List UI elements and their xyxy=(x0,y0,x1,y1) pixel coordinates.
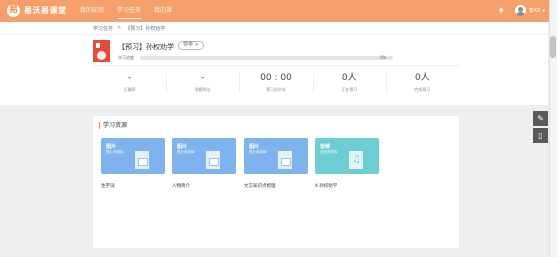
image-file-icon xyxy=(135,151,149,169)
resource-item[interactable]: 音频 音频资源库 ♫ 4.孙权劝学 xyxy=(315,138,379,189)
resource-item[interactable]: 图片 图片资源库 生字词 xyxy=(101,138,165,189)
user-name[interactable]: 李XX xyxy=(529,7,541,14)
resource-name[interactable]: 文言知识点梳理 xyxy=(244,183,308,189)
stat-label: 预习总时长 xyxy=(266,87,286,92)
resource-card[interactable]: 图片 图片资源库 xyxy=(244,138,308,174)
edit-icon[interactable]: ✎ xyxy=(533,111,548,126)
trash-icon[interactable]: ▯ xyxy=(533,128,548,143)
course-title: 【预习】孙权劝学 xyxy=(118,43,174,51)
section-title: 学习资源 xyxy=(99,122,127,129)
stat-label: 正在预习 xyxy=(341,87,358,92)
audio-file-icon: ♫ xyxy=(349,151,363,169)
resource-card[interactable]: 图片 图片资源库 xyxy=(172,138,236,174)
scrollbar-thumb[interactable] xyxy=(550,36,556,58)
resource-name[interactable]: 4.孙权劝学 xyxy=(315,183,379,189)
stat-answer-time: - 答题时长 xyxy=(166,66,239,101)
resource-subtitle: 图片资源库 xyxy=(106,150,124,154)
stat-value: 0人 xyxy=(341,73,357,83)
progress-label: 学习进度 xyxy=(118,55,134,60)
course-thumbnail xyxy=(93,40,110,62)
stat-label: 完成预习 xyxy=(414,87,431,92)
task-summary-panel: 学习任务 > 【预习】孙权劝学 【预习】孙权劝学 导学 > 学习进度 0% - … xyxy=(0,22,548,105)
breadcrumb: 学习任务 > 【预习】孙权劝学 xyxy=(93,25,165,32)
logo[interactable]: 易 易沃易课堂 xyxy=(7,4,67,17)
resource-card[interactable]: 音频 音频资源库 ♫ xyxy=(315,138,379,174)
guide-button[interactable]: 导学 > xyxy=(178,41,204,50)
stat-label: 正确率 xyxy=(123,87,136,92)
stat-total-time: 00 : 00 预习总时长 xyxy=(239,66,312,101)
resource-card[interactable]: 图片 图片资源库 xyxy=(101,138,165,174)
stat-in-progress: 0人 正在预习 xyxy=(312,66,386,101)
main-nav: 我的知识 学习任务 我的课 xyxy=(80,0,185,22)
resource-name[interactable]: 人物简介 xyxy=(172,183,236,189)
divider xyxy=(0,34,548,35)
resource-name[interactable]: 生字词 xyxy=(101,183,165,189)
stat-value: 00 : 00 xyxy=(260,73,292,83)
resource-item[interactable]: 图片 图片资源库 文言知识点梳理 xyxy=(244,138,308,189)
breadcrumb-item-current: 【预习】孙权劝学 xyxy=(125,26,166,32)
image-file-icon xyxy=(206,151,220,169)
resources-panel: 学习资源 图片 图片资源库 生字词 图片 图片资源库 人物简介 图片 图片资源库… xyxy=(93,116,459,248)
thumbnail-circle xyxy=(97,51,106,60)
logo-icon: 易 xyxy=(7,4,20,17)
nav-item-my-classes[interactable]: 我的课 xyxy=(154,0,172,22)
resource-type: 音频 xyxy=(320,144,331,150)
nav-item-learning-tasks[interactable]: 学习任务 xyxy=(117,0,142,22)
bell-icon[interactable]: ♦ xyxy=(498,6,507,16)
image-file-icon xyxy=(278,151,292,169)
stat-value: - xyxy=(127,73,132,83)
resource-subtitle: 图片资源库 xyxy=(177,150,195,154)
stat-label: 答题时长 xyxy=(194,87,211,92)
resource-type: 图片 xyxy=(249,144,260,150)
thumbnail-mark xyxy=(96,43,100,48)
user-area: ♦ 李XX ▾ xyxy=(498,5,545,16)
resource-subtitle: 音频资源库 xyxy=(320,150,338,154)
logo-text: 易沃易课堂 xyxy=(24,6,67,15)
resource-type: 图片 xyxy=(106,144,117,150)
resource-type: 图片 xyxy=(177,144,188,150)
chevron-down-icon[interactable]: ▾ xyxy=(542,8,545,14)
stat-value: - xyxy=(201,73,205,83)
stat-accuracy: - 正确率 xyxy=(93,66,166,101)
music-note-icon: ♫ xyxy=(352,154,361,165)
resource-subtitle: 图片资源库 xyxy=(249,150,267,154)
top-navigation-bar: 易 易沃易课堂 我的知识 学习任务 我的课 ♦ 李XX ▾ xyxy=(0,0,557,22)
nav-item-my-knowledge[interactable]: 我的知识 xyxy=(80,0,104,22)
stats-row: - 正确率 - 答题时长 00 : 00 预习总时长 0人 正在预习 0人 完成… xyxy=(93,65,459,101)
avatar[interactable] xyxy=(514,5,526,16)
stat-value: 0人 xyxy=(415,73,430,83)
resource-item[interactable]: 图片 图片资源库 人物简介 xyxy=(172,138,236,189)
progress-percent: 0% xyxy=(380,55,387,60)
progress-bar xyxy=(140,56,393,60)
stat-completed: 0人 完成预习 xyxy=(385,66,459,101)
breadcrumb-separator: > xyxy=(117,25,122,31)
breadcrumb-item-tasks[interactable]: 学习任务 xyxy=(93,25,113,32)
